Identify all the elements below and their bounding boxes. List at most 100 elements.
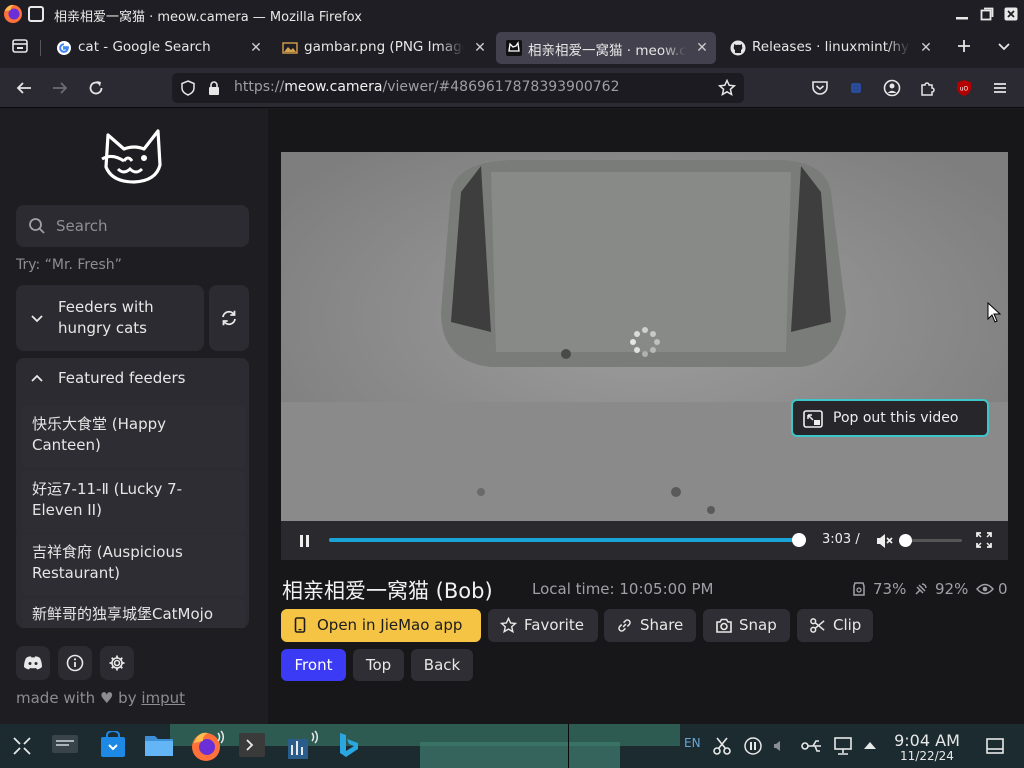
- bookmark-star-icon[interactable]: [718, 79, 736, 97]
- volume-icon[interactable]: [772, 736, 782, 756]
- settings-button[interactable]: [100, 646, 134, 680]
- usb-device-icon[interactable]: [801, 736, 823, 756]
- feeder-name: 快乐大食堂 (Happy: [32, 415, 167, 433]
- url-host: meow.camera: [284, 79, 383, 95]
- taskbar-app-store[interactable]: [98, 730, 128, 760]
- taskbar-media-app[interactable]: [284, 728, 324, 764]
- account-button[interactable]: [880, 76, 904, 100]
- video-player[interactable]: [281, 152, 1008, 560]
- favorite-label: Favorite: [524, 616, 584, 634]
- clip-button[interactable]: Clip: [797, 609, 873, 642]
- info-icon: [66, 654, 84, 672]
- taskbar-app-settings[interactable]: [50, 730, 80, 760]
- feeder-item[interactable]: 吉祥食府 (Auspicious Restaurant): [22, 534, 245, 596]
- taskbar-firefox[interactable]: [188, 728, 228, 764]
- search-input[interactable]: [56, 213, 236, 239]
- app-launcher-button[interactable]: [10, 734, 34, 758]
- window-menu-icon[interactable]: [28, 6, 44, 22]
- new-tab-button[interactable]: [952, 34, 976, 58]
- feeder-item[interactable]: 新鲜哥的独享城堡CatMojo: [22, 599, 245, 628]
- feeder-item[interactable]: 好运7-11-Ⅱ (Lucky 7- Eleven II): [22, 471, 245, 533]
- about-button[interactable]: [58, 646, 92, 680]
- refresh-icon: [222, 310, 236, 326]
- window-titlebar: 相亲相爱一窝猫 · meow.camera — Mozilla Firefox: [0, 0, 1024, 28]
- volume-slider[interactable]: [899, 533, 962, 547]
- meow-camera-logo-icon[interactable]: [98, 125, 168, 189]
- hamburger-menu-icon: [994, 83, 1006, 93]
- open-in-jiemao-button[interactable]: Open in JieMao app: [281, 609, 481, 642]
- seek-handle[interactable]: [792, 533, 806, 547]
- tab-google-search[interactable]: cat - Google Search ✕: [46, 32, 270, 64]
- taskbar-bing[interactable]: [334, 730, 364, 760]
- author-link[interactable]: imput: [141, 689, 185, 707]
- close-tab-icon[interactable]: ✕: [472, 40, 488, 56]
- snap-label: Snap: [739, 616, 777, 634]
- page-content: Try: “Mr. Fresh” Feeders with hungry cat…: [0, 109, 1024, 724]
- show-desktop-icon[interactable]: [985, 736, 1005, 756]
- chevron-down-icon: [998, 43, 1010, 51]
- taskbar-terminal[interactable]: [236, 730, 268, 760]
- share-button[interactable]: Share: [604, 609, 696, 642]
- made-with-text: made with: [16, 689, 96, 707]
- discord-icon: [24, 656, 42, 670]
- camera-back-button[interactable]: Back: [411, 649, 473, 681]
- scissors-icon[interactable]: [712, 736, 732, 756]
- close-tab-icon[interactable]: ✕: [918, 40, 934, 56]
- seek-bar[interactable]: [329, 533, 806, 547]
- snap-button[interactable]: Snap: [703, 609, 790, 642]
- pop-out-video-button[interactable]: Pop out this video: [791, 399, 989, 437]
- link-icon: [618, 619, 631, 632]
- minimize-button[interactable]: [951, 3, 973, 25]
- pocket-button[interactable]: [808, 76, 832, 100]
- taskbar-file-manager[interactable]: [142, 730, 176, 760]
- close-tab-icon[interactable]: ✕: [694, 40, 710, 56]
- feeder-item[interactable]: 快乐大食堂 (Happy Canteen): [22, 406, 245, 468]
- reload-button[interactable]: [84, 76, 108, 100]
- search-icon: [29, 218, 45, 234]
- camera-top-button[interactable]: Top: [353, 649, 404, 681]
- refresh-button[interactable]: [209, 285, 249, 351]
- tab-meow-camera[interactable]: 相亲相爱一窝猫 · meow.camera ✕: [496, 32, 716, 64]
- pocket-icon: [812, 81, 828, 95]
- extensions-button[interactable]: [916, 76, 940, 100]
- network-icon[interactable]: [832, 736, 854, 756]
- media-pause-icon[interactable]: [743, 736, 763, 756]
- feeder-name: 好运7-11-Ⅱ (Lucky 7-: [32, 480, 183, 498]
- url-bar[interactable]: https://meow.camera/viewer/#486961787839…: [172, 73, 744, 103]
- media-player-icon: [288, 730, 319, 759]
- forward-arrow-icon: [53, 82, 68, 94]
- clock[interactable]: 9:04 AM 11/22/24: [888, 732, 966, 763]
- tray-expand-icon[interactable]: [862, 736, 878, 756]
- close-tab-icon[interactable]: ✕: [248, 40, 264, 56]
- shield-icon[interactable]: [180, 80, 196, 96]
- maximize-button[interactable]: [976, 3, 998, 25]
- tab-github-releases[interactable]: Releases · linuxmint/hypnotix ✕: [720, 32, 940, 64]
- tab-gambar-png[interactable]: gambar.png (PNG Image, 1 ✕: [272, 32, 494, 64]
- forward-button[interactable]: [48, 76, 72, 100]
- discord-button[interactable]: [16, 646, 50, 680]
- app-menu-button[interactable]: [988, 76, 1012, 100]
- volume-handle[interactable]: [899, 533, 912, 547]
- extension-button-blue[interactable]: [844, 76, 868, 100]
- mute-icon[interactable]: [875, 532, 893, 550]
- satellite-icon: [915, 583, 927, 595]
- minimize-icon: [956, 17, 968, 20]
- food-bag-icon: [853, 582, 865, 596]
- favorite-button[interactable]: Favorite: [488, 609, 598, 642]
- taskbar: EN 9:04 AM 11/22/24: [0, 724, 1024, 768]
- url-text[interactable]: https://meow.camera/viewer/#486961787839…: [234, 79, 620, 95]
- fullscreen-icon[interactable]: [976, 532, 992, 548]
- back-button[interactable]: [12, 76, 36, 100]
- featured-feeders-toggle[interactable]: Featured feeders: [16, 358, 249, 400]
- lock-icon[interactable]: [206, 80, 222, 96]
- chevron-down-icon: [31, 315, 43, 323]
- keyboard-language[interactable]: EN: [684, 736, 701, 750]
- ublock-button[interactable]: uO: [952, 76, 976, 100]
- pause-icon[interactable]: [299, 534, 311, 548]
- camera-front-button[interactable]: Front: [281, 649, 346, 681]
- list-all-tabs-button[interactable]: [992, 34, 1016, 58]
- close-window-button[interactable]: [1000, 3, 1022, 25]
- camera-back-label: Back: [423, 656, 461, 674]
- hungry-feeders-toggle[interactable]: Feeders with hungry cats: [16, 285, 204, 351]
- firefox-view-button[interactable]: [8, 34, 32, 58]
